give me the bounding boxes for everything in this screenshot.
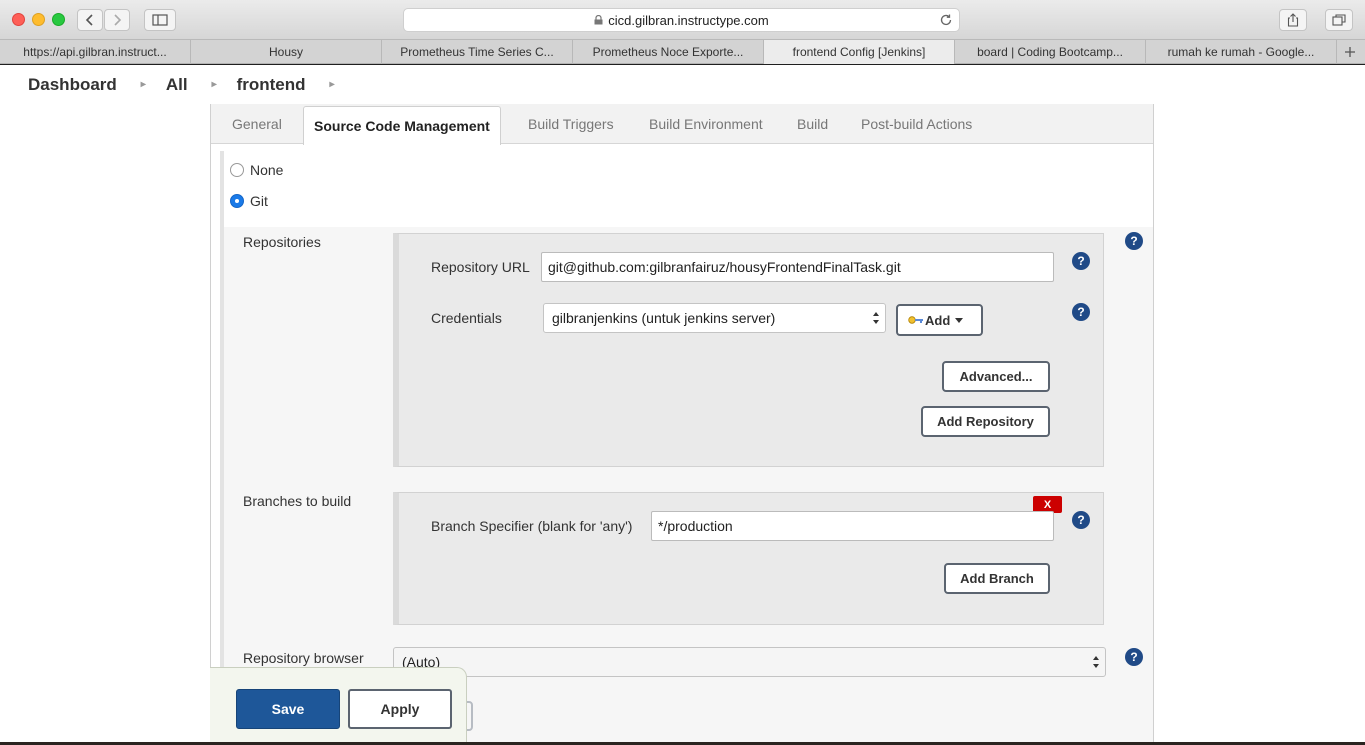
radio-none-label: None	[250, 162, 284, 178]
zoom-window-button[interactable]	[52, 13, 65, 26]
close-window-button[interactable]	[12, 13, 25, 26]
browser-tab[interactable]: Prometheus Noce Exporte...	[573, 40, 764, 64]
sidebar-icon	[152, 14, 168, 26]
caret-down-icon	[955, 317, 964, 323]
job-config-form: General Source Code Management Build Tri…	[210, 104, 1154, 745]
repository-browser-label: Repository browser	[243, 650, 364, 666]
tab-overview-button[interactable]	[1325, 9, 1353, 31]
select-arrows-icon	[1093, 656, 1099, 668]
browser-titlebar: cicd.gilbran.instructype.com	[0, 0, 1365, 40]
plus-icon	[1345, 46, 1355, 57]
branch-panel: X Branch Specifier (blank for 'any') */p…	[393, 492, 1104, 625]
tab-build-triggers[interactable]: Build Triggers	[528, 104, 614, 144]
tabs-icon	[1332, 14, 1346, 26]
credentials-label: Credentials	[431, 310, 502, 326]
repository-url-label: Repository URL	[431, 259, 530, 275]
reload-icon[interactable]	[939, 13, 953, 27]
share-icon	[1287, 13, 1299, 27]
breadcrumb-job[interactable]: frontend	[237, 75, 306, 95]
help-icon[interactable]: ?	[1125, 648, 1143, 666]
radio-none[interactable]	[230, 163, 244, 177]
credentials-select[interactable]: gilbranjenkins (untuk jenkins server)	[543, 303, 886, 333]
url-text: cicd.gilbran.instructype.com	[608, 12, 769, 28]
share-button[interactable]	[1279, 9, 1307, 31]
forward-button[interactable]	[104, 9, 130, 31]
save-button[interactable]: Save	[236, 689, 340, 729]
apply-button[interactable]: Apply	[348, 689, 452, 729]
branch-specifier-label: Branch Specifier (blank for 'any')	[431, 518, 633, 534]
sidebar-toggle-button[interactable]	[144, 9, 176, 31]
branches-to-build-label: Branches to build	[243, 493, 352, 509]
browser-tab[interactable]: https://api.gilbran.instruct...	[0, 40, 191, 64]
breadcrumb: Dashboard ▸ All ▸ frontend ▸	[0, 65, 1365, 104]
advanced-button[interactable]: Advanced...	[942, 361, 1050, 392]
add-repository-button[interactable]: Add Repository	[921, 406, 1050, 437]
breadcrumb-separator-icon[interactable]: ▸	[141, 79, 146, 90]
radio-git-label: Git	[250, 193, 268, 209]
credentials-selected-value: gilbranjenkins (untuk jenkins server)	[552, 310, 776, 326]
browser-tab[interactable]: board | Coding Bootcamp...	[955, 40, 1146, 64]
browser-tab[interactable]: rumah ke rumah - Google...	[1146, 40, 1337, 64]
breadcrumb-all[interactable]: All	[166, 75, 188, 95]
select-arrows-icon	[873, 312, 879, 324]
repository-browser-select[interactable]: (Auto)	[393, 647, 1106, 677]
lock-icon	[594, 15, 603, 25]
browser-tab-bar: https://api.gilbran.instruct... Housy Pr…	[0, 40, 1365, 64]
help-icon[interactable]: ?	[1072, 303, 1090, 321]
address-bar[interactable]: cicd.gilbran.instructype.com	[403, 8, 960, 32]
repository-panel: Repository URL git@github.com:gilbranfai…	[393, 233, 1104, 467]
new-tab-button[interactable]	[1337, 40, 1363, 63]
help-icon[interactable]: ?	[1125, 232, 1143, 250]
tab-build-environment[interactable]: Build Environment	[649, 104, 763, 144]
radio-git[interactable]	[230, 194, 244, 208]
branch-specifier-input[interactable]: */production	[651, 511, 1054, 541]
tab-post-build-actions[interactable]: Post-build Actions	[861, 104, 972, 144]
scm-option-git[interactable]: Git	[230, 193, 268, 209]
help-icon[interactable]: ?	[1072, 511, 1090, 529]
browser-tab[interactable]: Prometheus Time Series C...	[382, 40, 573, 64]
tab-source-code-management[interactable]: Source Code Management	[303, 106, 501, 145]
browser-tab-active[interactable]: frontend Config [Jenkins]	[764, 40, 955, 64]
add-credentials-button[interactable]: Add	[896, 304, 983, 336]
browser-tab[interactable]: Housy	[191, 40, 382, 64]
add-branch-button[interactable]: Add Branch	[944, 563, 1050, 594]
repositories-label: Repositories	[243, 234, 321, 250]
help-icon[interactable]: ?	[1072, 252, 1090, 270]
back-button[interactable]	[77, 9, 103, 31]
breadcrumb-separator-icon[interactable]: ▸	[212, 79, 217, 90]
config-tab-bar: General Source Code Management Build Tri…	[211, 104, 1153, 145]
repository-url-input[interactable]: git@github.com:gilbranfairuz/housyFronte…	[541, 252, 1054, 282]
breadcrumb-dashboard[interactable]: Dashboard	[28, 75, 117, 95]
scm-option-none[interactable]: None	[230, 162, 283, 178]
add-credentials-label: Add	[925, 312, 951, 328]
minimize-window-button[interactable]	[32, 13, 45, 26]
tab-general[interactable]: General	[232, 104, 282, 144]
chevron-right-icon	[114, 14, 122, 26]
key-icon	[908, 316, 923, 324]
breadcrumb-separator-icon[interactable]: ▸	[330, 79, 335, 90]
chevron-left-icon	[85, 14, 93, 26]
tab-build[interactable]: Build	[797, 104, 828, 144]
